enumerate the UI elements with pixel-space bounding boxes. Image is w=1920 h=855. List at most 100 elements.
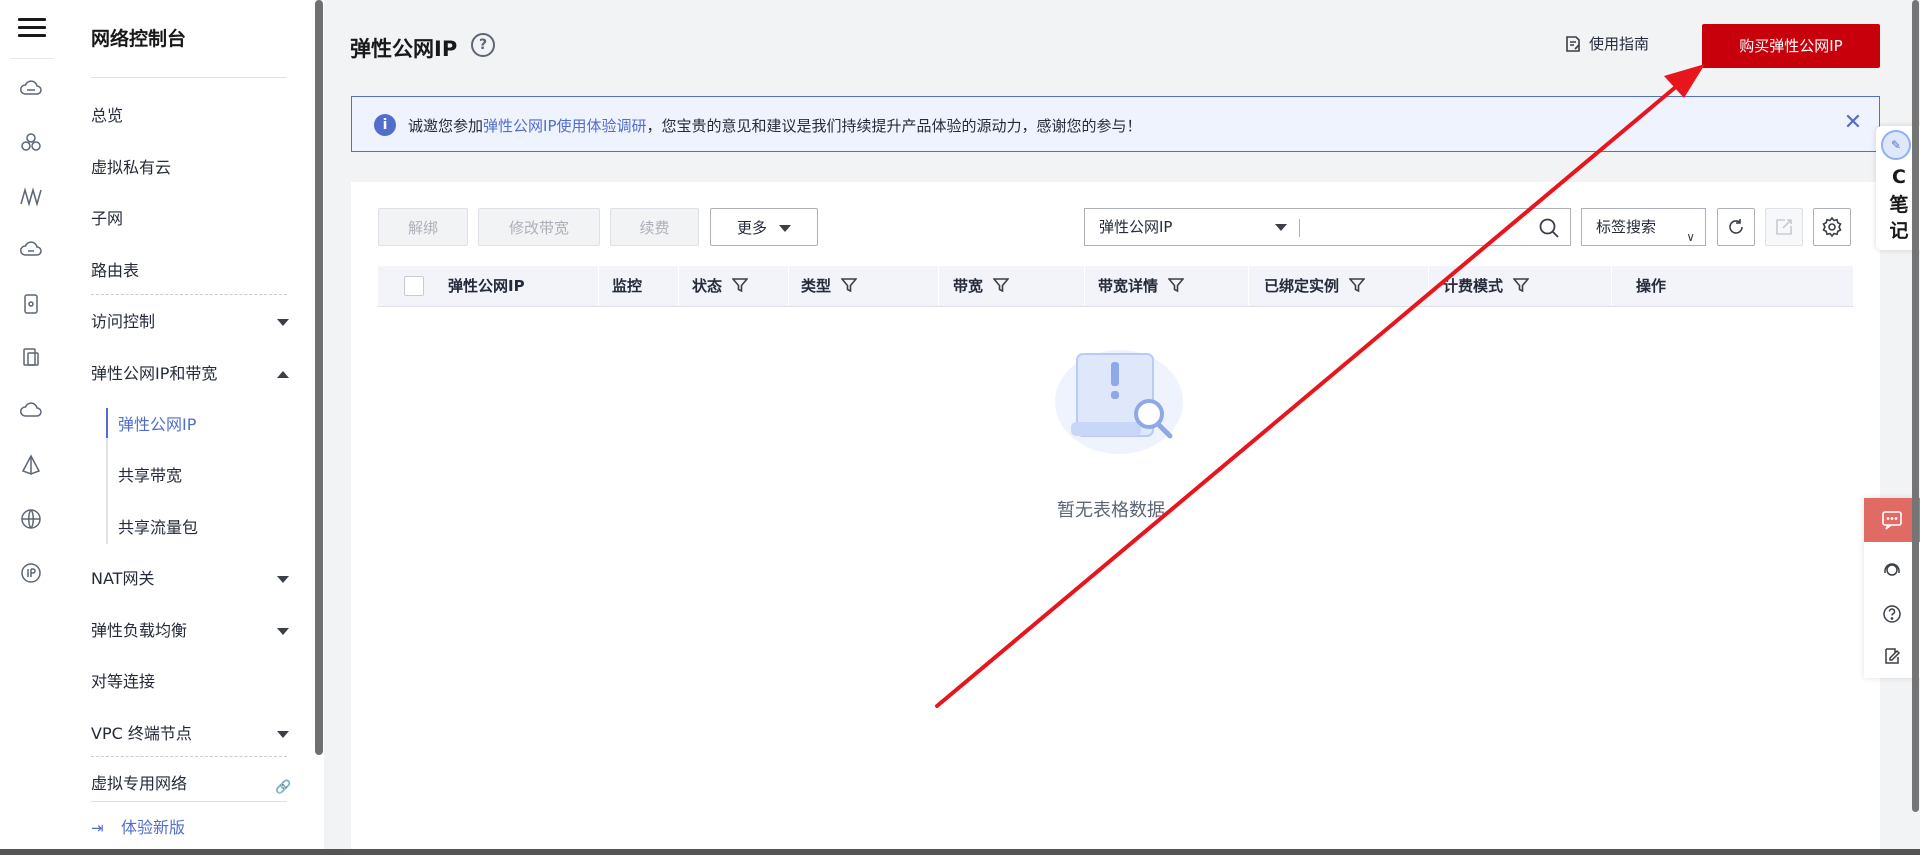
help-icon[interactable]: ? xyxy=(471,33,495,57)
nav-item-access-control[interactable]: 访问控制 xyxy=(91,308,301,336)
col-label: 带宽详情 xyxy=(1098,277,1159,295)
nav-bottom-divider xyxy=(91,801,287,802)
col-divider xyxy=(788,266,789,306)
menu-icon[interactable] xyxy=(18,14,46,42)
nav-item-elb[interactable]: 弹性负载均衡 xyxy=(91,617,301,645)
renew-button[interactable]: 续费 xyxy=(610,208,699,246)
unbind-button[interactable]: 解绑 xyxy=(378,208,468,246)
col-bandwidth: 带宽 xyxy=(953,266,1010,306)
edit-feedback-button[interactable] xyxy=(1882,646,1902,666)
page-scrollbar[interactable] xyxy=(1910,0,1920,812)
nav-title: 网络控制台 xyxy=(91,28,187,50)
submenu-track xyxy=(106,408,108,544)
search-icon[interactable] xyxy=(1538,217,1560,239)
filter-icon[interactable] xyxy=(992,268,1010,293)
modify-bandwidth-button[interactable]: 修改带宽 xyxy=(478,208,600,246)
nav-item-nat-gateway[interactable]: NAT网关 xyxy=(91,565,301,593)
survey-link[interactable]: 弹性公网IP使用体验调研 xyxy=(483,117,646,135)
support-button[interactable] xyxy=(1882,560,1902,580)
nav-item-route-table[interactable]: 路由表 xyxy=(91,257,301,285)
buy-eip-button[interactable]: 购买弹性公网IP xyxy=(1702,24,1880,68)
col-eip: 弹性公网IP xyxy=(448,266,525,306)
table-header: 弹性公网IP 监控 状态 类型 带宽 带宽详情 已绑定实例 计费模式 操作 xyxy=(378,266,1853,307)
banner-text: 诚邀您参加弹性公网IP使用体验调研，您宝贵的意见和建议是我们持续提升产品体验的源… xyxy=(408,115,1142,136)
nav-item-peering[interactable]: 对等连接 xyxy=(91,668,301,696)
sidebar-scrollbar[interactable] xyxy=(314,0,324,855)
new-version-link[interactable]: ⇥ 体验新版 xyxy=(91,814,185,842)
nav-title-divider xyxy=(91,77,287,78)
search-box[interactable]: 弹性公网IP xyxy=(1084,208,1571,246)
headset-icon xyxy=(1884,563,1900,576)
close-icon[interactable]: ✕ xyxy=(1841,111,1865,135)
question-icon xyxy=(1883,605,1901,623)
refresh-button[interactable] xyxy=(1717,208,1755,246)
cloud-server-icon[interactable] xyxy=(18,76,44,102)
scrollbar-thumb[interactable] xyxy=(315,0,323,755)
col-billing-mode: 计费模式 xyxy=(1443,266,1530,306)
filter-icon[interactable] xyxy=(840,268,858,293)
tag-search-label: 标签搜索 xyxy=(1596,218,1657,236)
nav-item-subnet[interactable]: 子网 xyxy=(91,205,301,233)
col-divider xyxy=(678,266,679,306)
cluster-icon[interactable] xyxy=(18,130,44,156)
nav-item-label: 子网 xyxy=(91,209,124,228)
col-status: 状态 xyxy=(692,266,749,306)
help-button[interactable] xyxy=(1882,604,1902,624)
survey-banner: i 诚邀您参加弹性公网IP使用体验调研，您宝贵的意见和建议是我们持续提升产品体验… xyxy=(351,96,1880,152)
nav-divider xyxy=(91,294,287,295)
chevron-up-icon xyxy=(277,371,289,378)
search-divider xyxy=(1299,219,1300,237)
col-actions: 操作 xyxy=(1636,266,1666,306)
filter-icon[interactable] xyxy=(1348,268,1366,293)
globe-icon[interactable] xyxy=(18,506,44,532)
export-button[interactable] xyxy=(1765,208,1803,246)
col-label: 弹性公网IP xyxy=(448,277,525,295)
guide-icon xyxy=(1566,35,1580,52)
nav-sidebar: 网络控制台 总览 虚拟私有云 子网 路由表 访问控制 弹性公网IP和带宽 弹性公… xyxy=(64,0,314,855)
double-chevron-down-icon: ∨ xyxy=(1686,230,1695,244)
scrollbar-thumb[interactable] xyxy=(1912,0,1919,812)
gear-icon xyxy=(1822,216,1842,238)
export-icon xyxy=(1776,219,1792,235)
filter-icon[interactable] xyxy=(731,268,749,293)
nav-item-eip-bandwidth[interactable]: 弹性公网IP和带宽 xyxy=(91,360,301,388)
chevron-down-icon xyxy=(779,225,791,232)
more-label: 更多 xyxy=(736,219,767,237)
empty-data-illustration xyxy=(1055,350,1183,454)
more-dropdown[interactable]: 更多 xyxy=(710,208,818,246)
network-wave-icon[interactable] xyxy=(18,183,44,209)
cloud-icon[interactable] xyxy=(18,398,44,424)
nav-item-vpn[interactable]: 虚拟专用网络 🔗 xyxy=(91,770,301,798)
col-type: 类型 xyxy=(801,266,858,306)
pyramid-icon[interactable] xyxy=(18,452,44,478)
col-label: 状态 xyxy=(692,277,723,295)
info-icon: i xyxy=(374,114,396,136)
nav-subitem-shared-bandwidth[interactable]: 共享带宽 xyxy=(118,462,182,490)
chevron-down-icon xyxy=(277,319,289,326)
select-all-checkbox[interactable] xyxy=(404,276,424,296)
database-icon[interactable] xyxy=(18,291,44,317)
search-field-select[interactable]: 弹性公网IP xyxy=(1099,209,1172,245)
tag-search-button[interactable]: 标签搜索 ∨ xyxy=(1581,208,1706,246)
col-divider xyxy=(1428,266,1429,306)
nav-item-overview[interactable]: 总览 xyxy=(91,102,301,130)
ip-icon[interactable] xyxy=(18,560,44,586)
nav-item-label: VPC 终端节点 xyxy=(91,724,192,743)
nav-item-vpc-endpoint[interactable]: VPC 终端节点 xyxy=(91,720,301,748)
usage-guide-link[interactable]: 使用指南 xyxy=(1563,33,1649,54)
chevron-down-icon xyxy=(277,576,289,583)
cloud-storage-icon[interactable] xyxy=(18,237,44,263)
settings-button[interactable] xyxy=(1813,208,1851,246)
note-icon: ✎ xyxy=(1881,130,1911,160)
nav-subitem-eip[interactable]: 弹性公网IP xyxy=(118,411,196,439)
empty-state-text: 暂无表格数据 xyxy=(1057,500,1165,521)
filter-icon[interactable] xyxy=(1167,268,1185,293)
message-icon xyxy=(1882,511,1902,530)
nav-subitem-shared-data-package[interactable]: 共享流量包 xyxy=(118,514,198,542)
nav-item-label: 对等连接 xyxy=(91,672,156,691)
filter-icon[interactable] xyxy=(1512,268,1530,293)
nav-item-vpc[interactable]: 虚拟私有云 xyxy=(91,154,301,182)
document-db-icon[interactable] xyxy=(18,344,44,370)
refresh-icon xyxy=(1729,219,1743,234)
nav-item-label: 访问控制 xyxy=(91,312,156,331)
